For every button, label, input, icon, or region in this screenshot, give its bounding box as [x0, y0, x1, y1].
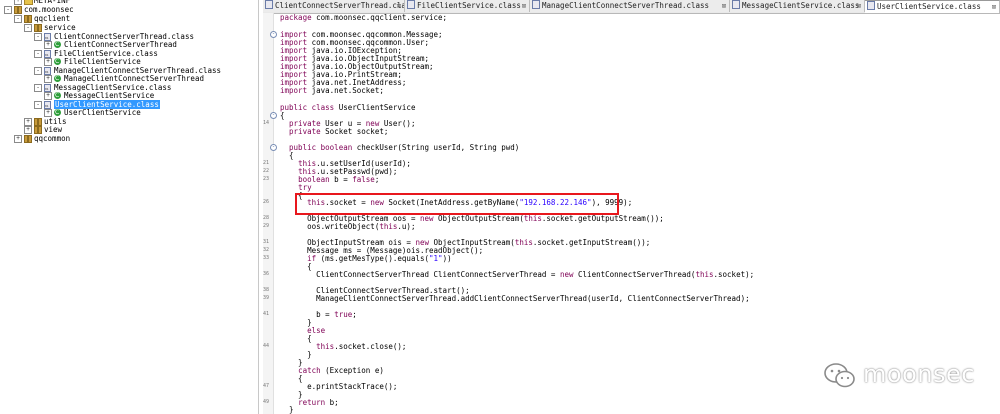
- line-number: 26: [263, 199, 270, 205]
- close-icon[interactable]: ⊠: [857, 0, 861, 12]
- package-icon: [24, 135, 32, 143]
- class-file-icon: [44, 33, 51, 43]
- fold-toggle-icon[interactable]: -: [270, 31, 277, 38]
- watermark-text: moonsec: [863, 360, 975, 388]
- class-file-icon: [867, 1, 875, 10]
- class-file-icon: [44, 50, 51, 60]
- tree-item-label: ManageClientConnectServerThread: [64, 74, 204, 83]
- editor-tab[interactable]: ClientConnectServerThread.class ⊠: [263, 0, 405, 12]
- editor-tab[interactable]: ManageClientConnectServerThread.class ⊠: [530, 0, 730, 12]
- tab-label: FileClientService.class: [417, 1, 521, 10]
- fold-toggle-icon[interactable]: -: [270, 144, 277, 151]
- class-icon: [54, 108, 61, 117]
- expand-toggle-icon[interactable]: +: [14, 0, 22, 5]
- class-file-icon: [532, 0, 540, 9]
- line-number: 49: [263, 399, 270, 405]
- tab-label: ClientConnectServerThread.class: [275, 1, 405, 10]
- collapse-toggle-icon[interactable]: -: [34, 101, 42, 109]
- collapse-toggle-icon[interactable]: -: [34, 84, 42, 92]
- code-text: ManageClientConnectServerThread.addClien…: [280, 294, 750, 303]
- code-text: private Socket socket;: [289, 127, 389, 136]
- package-explorer: +META-INF-com.moonsec-qqclient-service-C…: [0, 0, 259, 414]
- code-text: public class UserClientService: [280, 103, 416, 112]
- editor-tab[interactable]: MessageClientService.class ⊠: [730, 0, 865, 12]
- class-file-icon: [44, 101, 51, 111]
- tree-item-label: ClientConnectServerThread: [64, 40, 177, 49]
- close-icon[interactable]: ⊠: [992, 1, 996, 13]
- expand-toggle-icon[interactable]: +: [44, 75, 52, 83]
- expand-toggle-icon[interactable]: +: [24, 118, 32, 126]
- editor-tab[interactable]: FileClientService.class ⊠: [405, 0, 530, 12]
- expand-toggle-icon[interactable]: +: [44, 41, 52, 49]
- line-number: 41: [263, 311, 270, 317]
- expand-toggle-icon[interactable]: +: [44, 109, 52, 117]
- package-icon: [34, 24, 42, 32]
- tree-item-label: service: [44, 23, 76, 32]
- line-number: 44: [263, 343, 270, 349]
- fold-toggle-icon[interactable]: -: [270, 112, 277, 119]
- expand-toggle-icon[interactable]: +: [44, 58, 52, 66]
- tree-item-label: view: [44, 125, 63, 134]
- class-file-icon: [265, 0, 273, 9]
- expand-toggle-icon[interactable]: +: [44, 92, 52, 100]
- tree-item-label: UserClientService: [64, 108, 141, 117]
- close-icon[interactable]: ⊠: [397, 0, 401, 12]
- collapse-toggle-icon[interactable]: -: [24, 24, 32, 32]
- line-number: 39: [263, 295, 270, 301]
- line-number: 36: [263, 271, 270, 277]
- expand-toggle-icon[interactable]: +: [24, 126, 32, 134]
- class-file-icon: [407, 0, 415, 9]
- close-icon[interactable]: ⊠: [722, 0, 726, 12]
- code-text: oos.writeObject(this.u);: [280, 222, 416, 231]
- package-icon: [24, 15, 32, 23]
- tree-item-label: qqclient: [34, 14, 71, 23]
- class-file-icon: [44, 84, 51, 94]
- tab-label: ManageClientConnectServerThread.class: [542, 1, 710, 10]
- collapse-toggle-icon[interactable]: -: [34, 50, 42, 58]
- line-number: 29: [263, 223, 270, 229]
- package-icon: [34, 126, 42, 134]
- tab-label: MessageClientService.class: [742, 1, 860, 10]
- package-icon: [14, 6, 22, 14]
- package-icon: [34, 118, 42, 126]
- collapse-toggle-icon[interactable]: -: [34, 33, 42, 41]
- class-file-icon: [732, 0, 740, 9]
- code-text: import java.net.Socket;: [280, 86, 384, 95]
- close-icon[interactable]: ⊠: [522, 0, 526, 12]
- expand-toggle-icon[interactable]: +: [14, 135, 22, 143]
- line-number: 47: [263, 383, 270, 389]
- tree-item-label: MessageClientService: [64, 91, 155, 100]
- tree-item-label: com.moonsec: [24, 5, 74, 14]
- tree-item-label: FileClientService: [64, 57, 141, 66]
- watermark: moonsec: [823, 360, 975, 390]
- editor-tab[interactable]: UserClientService.class ⊠: [865, 0, 1000, 13]
- code-text: }: [280, 405, 294, 414]
- wechat-icon: [824, 363, 855, 388]
- tab-label: UserClientService.class: [877, 2, 981, 11]
- class-icon: [54, 40, 61, 49]
- code-text: package com.moonsec.qqclient.service;: [280, 13, 448, 22]
- line-number: 14: [263, 120, 270, 126]
- collapse-toggle-icon[interactable]: -: [14, 15, 22, 23]
- class-icon: [54, 91, 61, 100]
- class-icon: [54, 74, 61, 83]
- tree-item-label: qqcommon: [34, 134, 71, 143]
- collapse-toggle-icon[interactable]: -: [4, 6, 12, 14]
- highlight-box: [295, 193, 619, 215]
- collapse-toggle-icon[interactable]: -: [34, 67, 42, 75]
- code-text: ClientConnectServerThread ClientConnectS…: [280, 270, 755, 279]
- code-text: public boolean checkUser(String userId, …: [289, 143, 520, 152]
- line-number: 33: [263, 255, 270, 261]
- line-number: 23: [263, 176, 270, 182]
- class-icon: [54, 57, 61, 66]
- editor-tab-bar: ClientConnectServerThread.class ⊠ FileClie…: [263, 0, 1000, 14]
- class-file-icon: [44, 67, 51, 77]
